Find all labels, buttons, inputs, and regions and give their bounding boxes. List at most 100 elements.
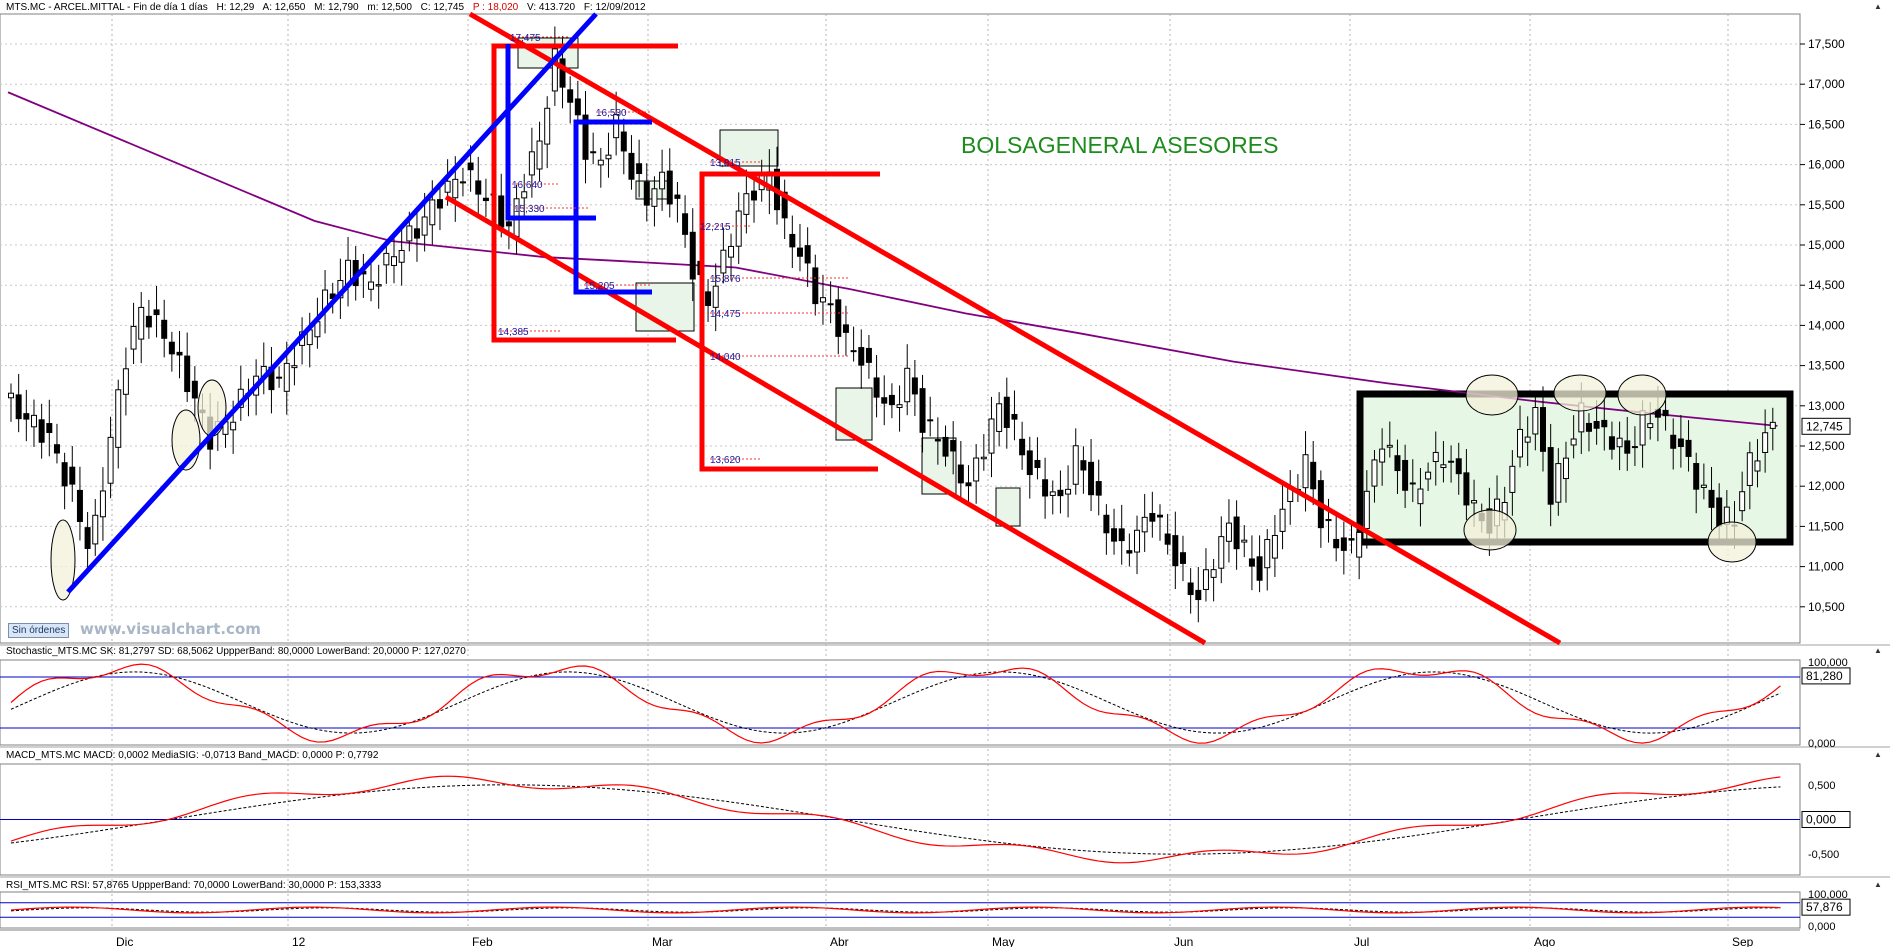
candle-up	[1647, 423, 1654, 429]
candle-down	[705, 291, 712, 306]
candle-up	[138, 306, 145, 340]
candle-down	[689, 231, 696, 280]
candle-up	[590, 151, 597, 154]
candle-up	[850, 350, 857, 353]
candle-down	[1677, 438, 1684, 448]
chart-canvas: Dic 12 Feb Mar Abr May Jun Jul Ago Sep 17,500 17,00…	[0, 11, 1890, 947]
candle-up	[99, 490, 106, 518]
candle-up	[1356, 531, 1363, 558]
candle-up	[1700, 484, 1707, 488]
candle-up	[1509, 465, 1516, 493]
candle-down	[1455, 458, 1462, 475]
level-label: 12,215	[700, 222, 731, 233]
x-tick-label: Jul	[1354, 935, 1369, 947]
candle-down	[1624, 440, 1631, 454]
macd-y-tick: -0,500	[1808, 849, 1839, 861]
candle-down	[1310, 461, 1317, 490]
candle-up	[1218, 536, 1225, 569]
candle-down	[888, 394, 895, 406]
candle-up	[728, 245, 735, 258]
candle-down	[46, 423, 53, 434]
candle-down	[567, 89, 574, 103]
candle-up	[230, 421, 237, 431]
candle-up	[291, 365, 298, 369]
candle-up	[1386, 444, 1393, 448]
candle-up	[605, 154, 612, 160]
candle-up	[1134, 529, 1141, 553]
date-label: F: 12/09/2012	[583, 2, 646, 13]
candle-down	[559, 58, 566, 88]
candle-down	[1179, 552, 1186, 564]
y-tick-label: 15,000	[1808, 238, 1845, 252]
macd-collapse-icon[interactable]: ▲	[1872, 750, 1884, 760]
y-tick-label: 17,000	[1808, 77, 1845, 91]
volume-label: V: 413.720	[527, 2, 576, 13]
candle-down	[965, 482, 972, 487]
candle-down	[919, 388, 926, 433]
candle-up	[92, 514, 99, 545]
candle-up	[973, 457, 980, 482]
candle-up	[1746, 452, 1753, 486]
candle-down	[145, 315, 152, 328]
candle-up	[1616, 437, 1623, 448]
candle-down	[873, 377, 880, 398]
candle-up	[1325, 518, 1332, 522]
candle-up	[1762, 432, 1769, 453]
candle-down	[1233, 516, 1240, 550]
candle-down	[61, 462, 68, 487]
candle-up	[712, 285, 719, 308]
candle-down	[1111, 528, 1118, 542]
x-tick-label: 12	[292, 935, 306, 947]
candle-down	[751, 190, 758, 201]
y-tick-label: 11,000	[1808, 560, 1844, 574]
candle-down	[789, 233, 796, 248]
candle-down	[796, 247, 803, 257]
stochastic-panel-frame	[0, 659, 1801, 746]
candle-down	[1593, 420, 1600, 429]
candle-up	[1141, 516, 1148, 533]
panel-scroll-up-icon[interactable]: ▲	[1872, 2, 1884, 12]
candle-down	[1409, 482, 1416, 485]
candle-down	[911, 377, 918, 395]
candle-up	[988, 418, 995, 454]
candle-down	[881, 397, 888, 404]
orders-button[interactable]: Sin órdenes	[8, 623, 70, 638]
candle-down	[1670, 434, 1677, 449]
high-label: H: 12,29	[216, 2, 255, 13]
last-price-value: 12,745	[1806, 419, 1843, 433]
candle-up	[1379, 448, 1386, 463]
candle-up	[1524, 436, 1531, 443]
candle-up	[827, 303, 834, 306]
stochastic-collapse-icon[interactable]: ▲	[1872, 646, 1884, 656]
candle-down	[1034, 459, 1041, 468]
level-label: 17,475	[510, 33, 541, 44]
candle-down	[1540, 407, 1546, 452]
pivot-ellipse	[1465, 374, 1519, 416]
y-tick-label: 16,000	[1808, 158, 1845, 172]
candle-up	[30, 414, 37, 428]
candle-up	[1754, 460, 1761, 472]
candle-down	[957, 464, 964, 484]
rsi-collapse-icon[interactable]: ▲	[1872, 880, 1884, 890]
candle-down	[934, 439, 941, 442]
x-tick-label: Abr	[830, 935, 849, 947]
candle-up	[528, 151, 535, 176]
price-panel-frame	[0, 13, 1801, 644]
candle-up	[1739, 491, 1746, 512]
pivot-ellipse	[1707, 521, 1757, 563]
candle-down	[1463, 472, 1470, 506]
candle-down	[1026, 450, 1033, 476]
candle-up	[1302, 454, 1309, 489]
candle-down	[467, 162, 474, 171]
candle-up	[130, 325, 137, 350]
candle-down	[1149, 513, 1156, 522]
level-label: 13,620	[710, 455, 741, 466]
candle-down	[950, 440, 957, 452]
candle-up	[597, 159, 604, 166]
candle-down	[161, 319, 168, 339]
ask-label: A: 12,650	[262, 2, 306, 13]
candle-up	[452, 178, 459, 199]
candle-down	[168, 341, 175, 355]
candle-down	[436, 199, 443, 209]
candle-up	[375, 284, 382, 287]
